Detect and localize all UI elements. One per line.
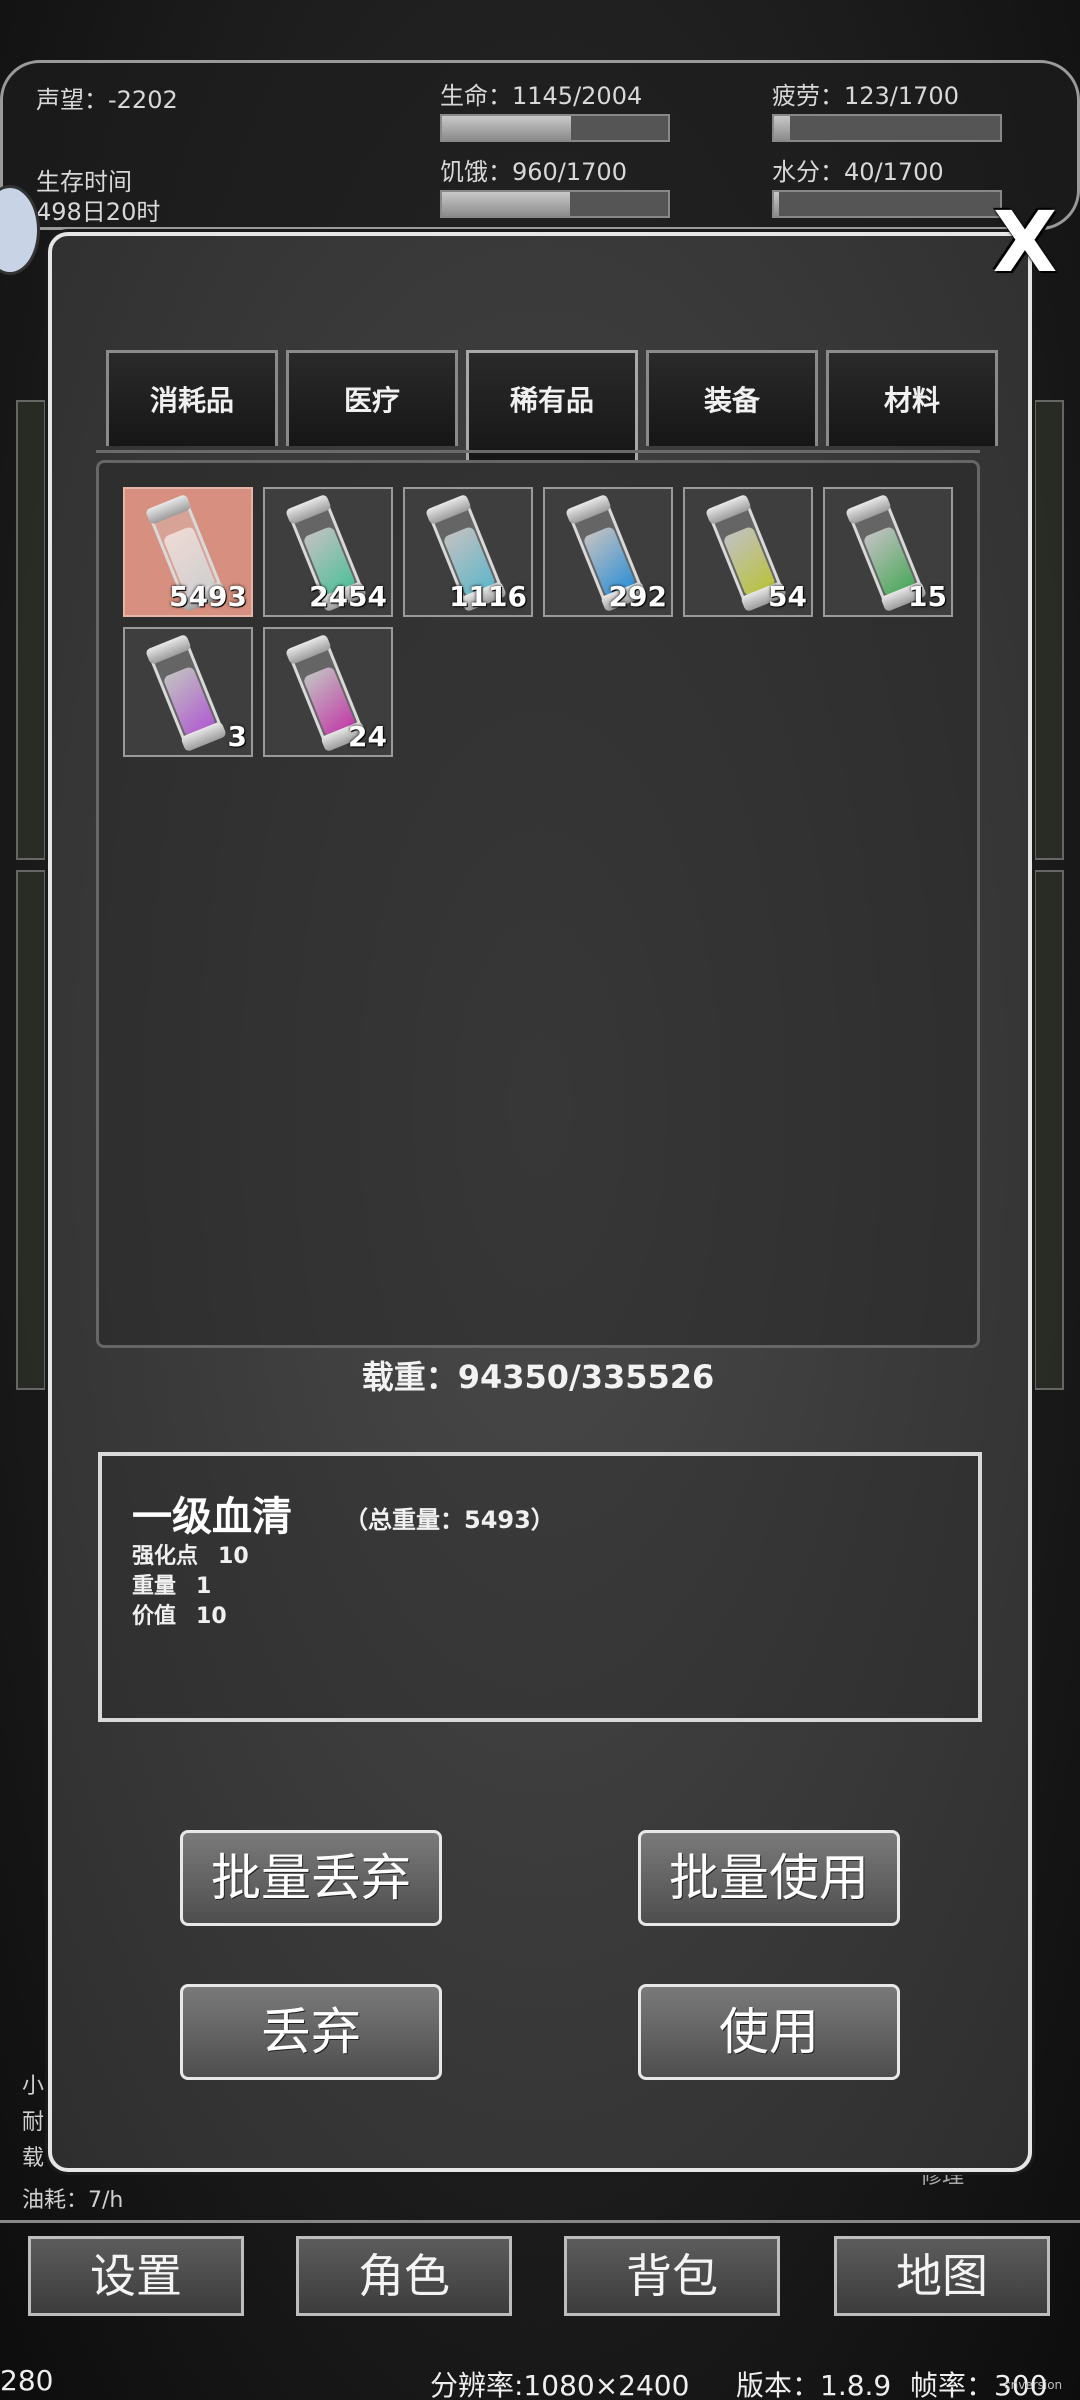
inventory-slot[interactable]: 292 — [543, 487, 673, 617]
inventory-slot[interactable]: 24 — [263, 627, 393, 757]
item-quantity: 2454 — [309, 580, 387, 613]
item-quantity: 54 — [768, 580, 807, 613]
item-detail-panel: 一级血清 （总重量：5493） 强化点 10 重量 1 价值 10 — [98, 1452, 982, 1722]
hunger-bar — [440, 190, 670, 218]
batch-use-button[interactable]: 批量使用 — [638, 1830, 900, 1926]
item-quantity: 292 — [608, 580, 667, 613]
attr-value-label: 价值 — [132, 1604, 177, 1629]
drop-button[interactable]: 丢弃 — [180, 1984, 442, 2080]
tab-equipment[interactable]: 装备 — [646, 350, 818, 446]
character-button[interactable]: 角色 — [296, 2236, 512, 2316]
settings-button[interactable]: 设置 — [28, 2236, 244, 2316]
tab-consumables[interactable]: 消耗品 — [106, 350, 278, 446]
attr-enhance: 强化点 10 — [132, 1538, 249, 1570]
item-name: 一级血清 — [132, 1494, 292, 1540]
inventory-grid: 5493 2454 1116 292 54 15 3 24 — [96, 460, 980, 1348]
right-side-panel-2 — [1034, 870, 1064, 1390]
watermark-text: cnversion — [1004, 2378, 1063, 2392]
map-button[interactable]: 地图 — [834, 2236, 1050, 2316]
right-side-panel — [1034, 400, 1064, 860]
attr-weight-value: 1 — [196, 1574, 212, 1599]
inventory-slot[interactable]: 2454 — [263, 487, 393, 617]
hunger-text: 饥饿：960/1700 — [440, 158, 627, 186]
footer-left-text: 280 — [0, 2364, 54, 2397]
inventory-slot[interactable]: 1116 — [403, 487, 533, 617]
version-text: 版本：1.8.9 — [736, 2369, 892, 2400]
attr-value-value: 10 — [196, 1604, 227, 1629]
inventory-slot[interactable]: 3 — [123, 627, 253, 757]
vehicle-durability-text: 耐 — [22, 2110, 45, 2135]
reputation-text: 声望：-2202 — [36, 86, 178, 114]
item-quantity: 15 — [908, 580, 947, 613]
fatigue-text: 疲劳：123/1700 — [772, 82, 959, 110]
serum-vial-icon — [144, 633, 228, 753]
resolution-text: 分辨率:1080×2400 — [430, 2369, 690, 2400]
health-bar — [440, 114, 670, 142]
backpack-button[interactable]: 背包 — [564, 2236, 780, 2316]
use-button[interactable]: 使用 — [638, 1984, 900, 2080]
inventory-slot[interactable]: 15 — [823, 487, 953, 617]
item-quantity: 5493 — [169, 580, 247, 613]
close-icon[interactable]: X — [985, 200, 1065, 290]
attr-value: 价值 10 — [132, 1598, 227, 1630]
batch-drop-button[interactable]: 批量丢弃 — [180, 1830, 442, 1926]
tab-medical[interactable]: 医疗 — [286, 350, 458, 446]
tab-divider — [96, 450, 980, 458]
water-bar — [772, 190, 1002, 218]
item-total-weight: （总重量：5493） — [344, 1506, 555, 1534]
left-side-panel-2 — [16, 870, 46, 1390]
item-quantity: 24 — [348, 720, 387, 753]
load-weight-text: 载重：94350/335526 — [361, 1358, 715, 1396]
water-text: 水分：40/1700 — [772, 158, 944, 186]
tab-materials[interactable]: 材料 — [826, 350, 998, 446]
attr-weight-label: 重量 — [132, 1574, 177, 1599]
inventory-slot[interactable]: 5493 — [123, 487, 253, 617]
vehicle-name-text: 小 — [22, 2074, 45, 2099]
vehicle-load-text: 载 — [22, 2146, 45, 2171]
attr-enhance-value: 10 — [218, 1544, 249, 1569]
inventory-slot[interactable]: 54 — [683, 487, 813, 617]
fatigue-bar — [772, 114, 1002, 142]
left-side-panel — [16, 400, 46, 860]
attr-enhance-label: 强化点 — [132, 1544, 199, 1569]
tab-rare[interactable]: 稀有品 — [466, 350, 638, 460]
fuel-consumption-text: 油耗：7/h — [22, 2188, 124, 2213]
item-quantity: 3 — [227, 720, 247, 753]
item-quantity: 1116 — [449, 580, 527, 613]
attr-weight: 重量 1 — [132, 1568, 211, 1600]
survival-time-value: 498日20时 — [36, 198, 161, 226]
health-text: 生命：1145/2004 — [440, 82, 643, 110]
